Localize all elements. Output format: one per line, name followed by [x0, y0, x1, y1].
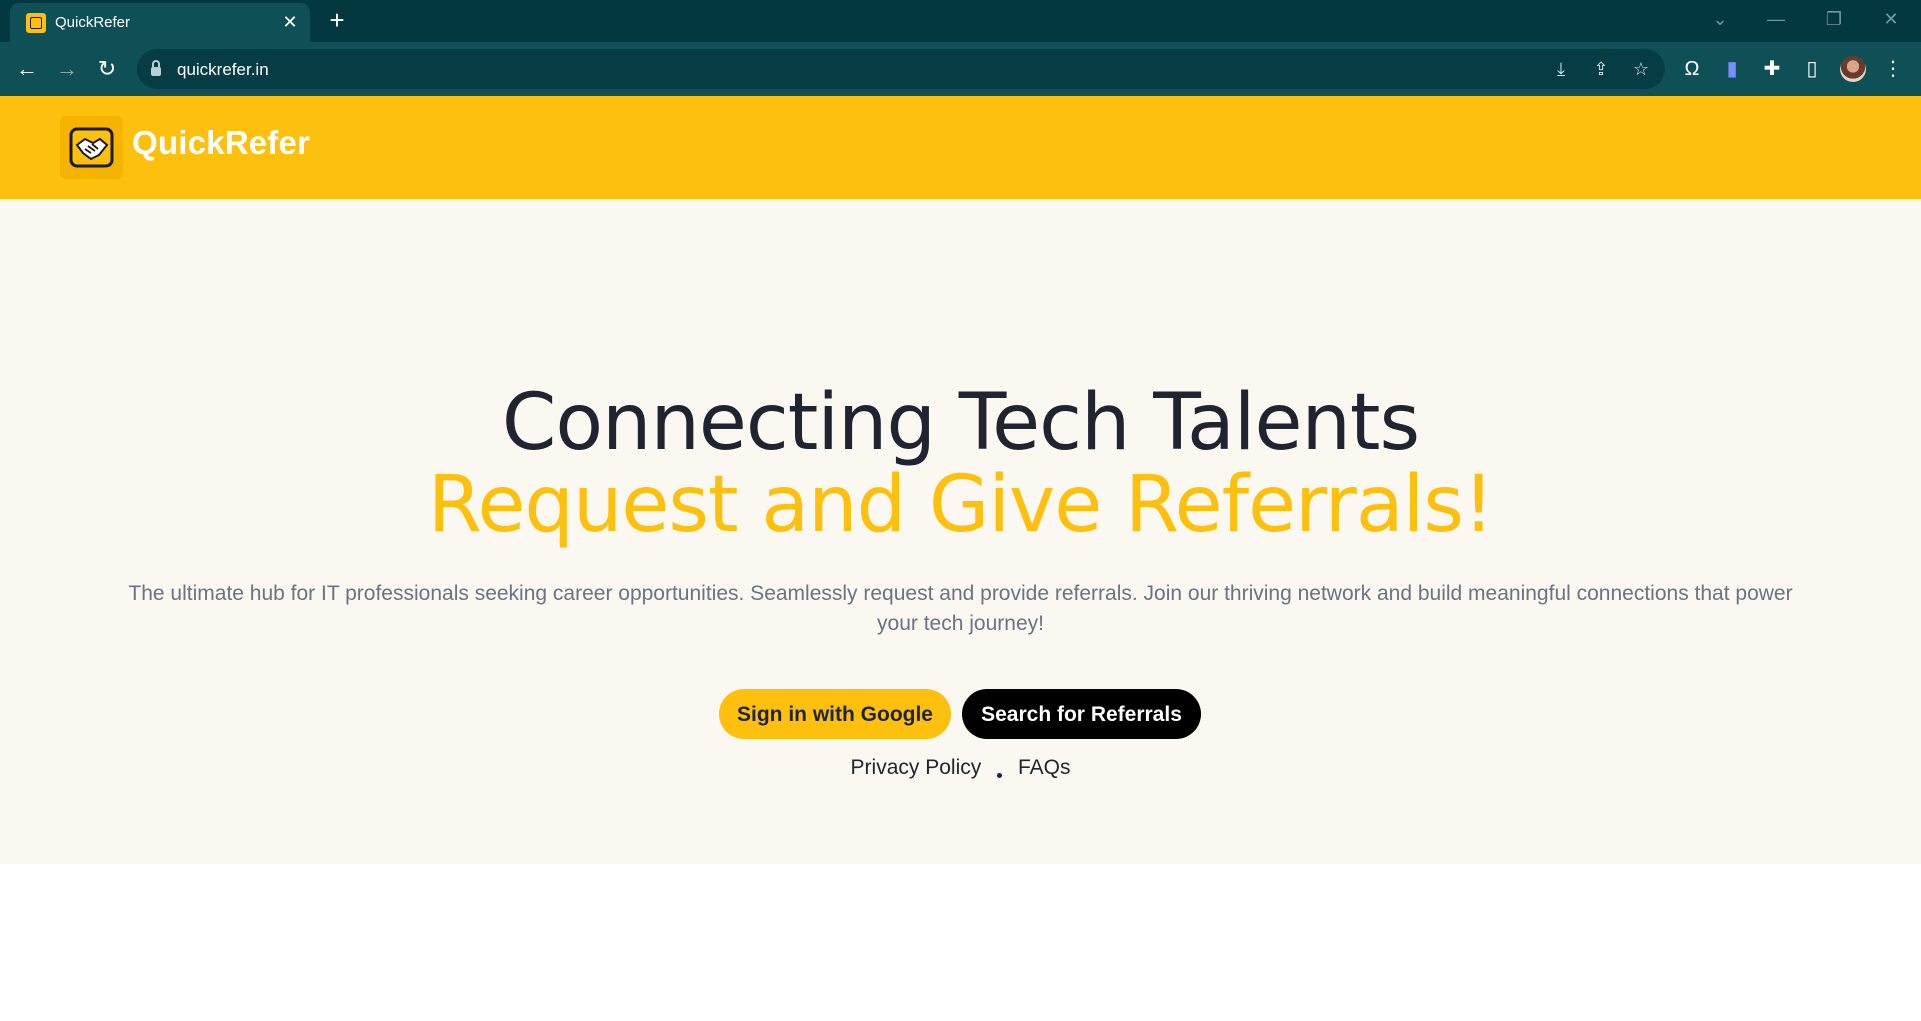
tab-close-icon[interactable]: ✕	[278, 10, 302, 34]
back-icon[interactable]: ←	[12, 54, 42, 84]
close-window-icon[interactable]: ✕	[1871, 4, 1911, 34]
reload-icon[interactable]: ↻	[92, 54, 122, 84]
faqs-link[interactable]: FAQs	[1018, 756, 1071, 779]
minimize-icon[interactable]: —	[1756, 4, 1796, 34]
site-logo[interactable]	[60, 116, 123, 179]
bookmark-star-icon[interactable]: ☆	[1629, 57, 1653, 81]
hero-subheadline: Request and Give Referrals!	[427, 460, 1495, 550]
new-tab-button[interactable]: +	[323, 7, 351, 35]
extension-omega-icon[interactable]: Ω	[1677, 54, 1707, 84]
restore-icon[interactable]: ❐	[1814, 4, 1854, 34]
hero-description: The ultimate hub for IT professionals se…	[128, 582, 1793, 635]
forward-icon[interactable]: →	[52, 54, 82, 84]
address-bar[interactable]: quickrefer.in ⤓ ⇪ ☆	[137, 49, 1665, 89]
browser-toolbar: ← → ↻ quickrefer.in ⤓ ⇪ ☆ Ω ▮ ✚ ▯ ⋮	[0, 42, 1921, 96]
extensions-puzzle-icon[interactable]: ✚	[1757, 54, 1787, 84]
favicon-icon	[26, 13, 46, 33]
side-panel-icon[interactable]: ▯	[1797, 54, 1827, 84]
url-text[interactable]: quickrefer.in	[177, 60, 269, 80]
separator-dot	[997, 773, 1003, 778]
search-referrals-button[interactable]: Search for Referrals	[962, 689, 1201, 739]
hero-headline: Connecting Tech Talents	[501, 378, 1420, 468]
browser-tab[interactable]: QuickRefer ✕	[10, 3, 310, 42]
hero-section: Connecting Tech Talents Request and Give…	[0, 199, 1921, 864]
lock-icon[interactable]	[151, 60, 161, 76]
tab-title: QuickRefer	[55, 14, 131, 31]
footer-links: Privacy Policy FAQs	[0, 756, 1921, 780]
share-icon[interactable]: ⇪	[1589, 57, 1613, 81]
sign-in-google-button[interactable]: Sign in with Google	[719, 689, 951, 739]
handshake-icon	[69, 127, 114, 168]
profile-avatar[interactable]	[1840, 56, 1866, 82]
brand-name[interactable]: QuickRefer	[132, 124, 310, 162]
extension-bookmark-icon[interactable]: ▮	[1717, 54, 1747, 84]
browser-tabstrip: QuickRefer ✕ + ⌄ — ❐ ✕	[0, 0, 1921, 42]
install-icon[interactable]: ⤓	[1549, 57, 1573, 81]
tab-search-icon[interactable]: ⌄	[1700, 4, 1740, 34]
privacy-policy-link[interactable]: Privacy Policy	[851, 756, 982, 779]
menu-icon[interactable]: ⋮	[1878, 54, 1908, 84]
site-header: QuickRefer	[0, 96, 1921, 199]
